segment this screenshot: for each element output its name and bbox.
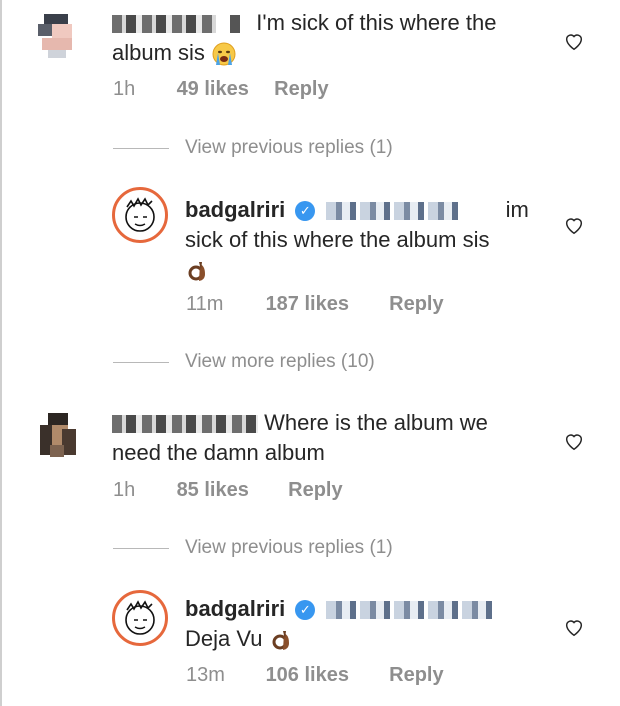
username-redacted[interactable]: [112, 415, 258, 434]
timestamp: 1h: [113, 78, 136, 100]
username-link[interactable]: badgalriri: [185, 596, 285, 621]
comment-meta: 1h 85 likes Reply: [113, 479, 343, 502]
sketch-face-avatar-icon: [125, 600, 155, 635]
verified-badge-icon: ✓: [295, 600, 316, 621]
username-link[interactable]: badgalriri: [185, 197, 285, 222]
heart-outline-icon[interactable]: [563, 30, 585, 52]
view-replies-label: View more replies (10): [185, 351, 375, 372]
comment-text: badgalriri ✓ Deja Vu: [185, 594, 545, 654]
view-previous-replies-button[interactable]: View previous replies (1): [113, 137, 393, 159]
likes-count[interactable]: 85 likes: [177, 479, 283, 502]
comment-line-2: sick of this where the album sis: [185, 227, 490, 252]
avatar[interactable]: [112, 187, 168, 243]
view-previous-replies-button[interactable]: View previous replies (1): [113, 537, 393, 559]
reply-button[interactable]: Reply: [274, 78, 328, 101]
divider-line: [113, 148, 169, 149]
mention-redacted[interactable]: [325, 601, 492, 620]
view-replies-label: View previous replies (1): [185, 137, 393, 158]
reply-button[interactable]: Reply: [389, 293, 443, 316]
heart-outline-icon[interactable]: [563, 430, 585, 452]
avatar[interactable]: [112, 590, 168, 646]
mention-redacted[interactable]: [325, 202, 462, 221]
comment-line-1: I'm sick of this where the: [256, 10, 497, 35]
timestamp: 11m: [186, 293, 224, 315]
comment-line-1-suffix: im: [505, 197, 529, 222]
likes-count[interactable]: 187 likes: [266, 293, 384, 316]
sketch-face-avatar-icon: [125, 197, 155, 232]
reply-button[interactable]: Reply: [389, 664, 443, 687]
heart-outline-icon[interactable]: [563, 616, 585, 638]
comment-line-2: need the damn album: [112, 440, 325, 465]
comment-text: Where is the album we need the damn albu…: [112, 408, 552, 468]
comment-line-1: Where is the album we: [264, 410, 488, 435]
loudly-crying-face-emoji: [212, 42, 236, 66]
username-redacted[interactable]: [112, 15, 216, 34]
divider-line: [113, 362, 169, 363]
avatar[interactable]: [32, 411, 82, 461]
divider-line: [113, 548, 169, 549]
comment-text: I'm sick of this where the album sis: [112, 8, 552, 68]
comment-text: badgalriri ✓ im sick of this where the a…: [185, 195, 545, 285]
view-replies-label: View previous replies (1): [185, 537, 393, 558]
ok-hand-emoji: [188, 262, 205, 282]
likes-count[interactable]: 49 likes: [177, 78, 269, 101]
view-more-replies-button[interactable]: View more replies (10): [113, 351, 375, 373]
comment-line-2: album sis: [112, 40, 205, 65]
comment-meta: 1h 49 likes Reply: [113, 78, 329, 101]
comment-meta: 13m 106 likes Reply: [186, 664, 444, 687]
timestamp: 13m: [186, 664, 225, 686]
comment-meta: 11m 187 likes Reply: [186, 293, 444, 316]
timestamp: 1h: [113, 479, 136, 501]
reply-button[interactable]: Reply: [288, 479, 342, 502]
verified-badge-icon: ✓: [295, 201, 316, 222]
comment-line-2: Deja Vu: [185, 626, 263, 651]
ok-hand-emoji: [272, 631, 289, 651]
heart-outline-icon[interactable]: [563, 214, 585, 236]
likes-count[interactable]: 106 likes: [266, 664, 384, 687]
avatar[interactable]: [32, 10, 82, 60]
